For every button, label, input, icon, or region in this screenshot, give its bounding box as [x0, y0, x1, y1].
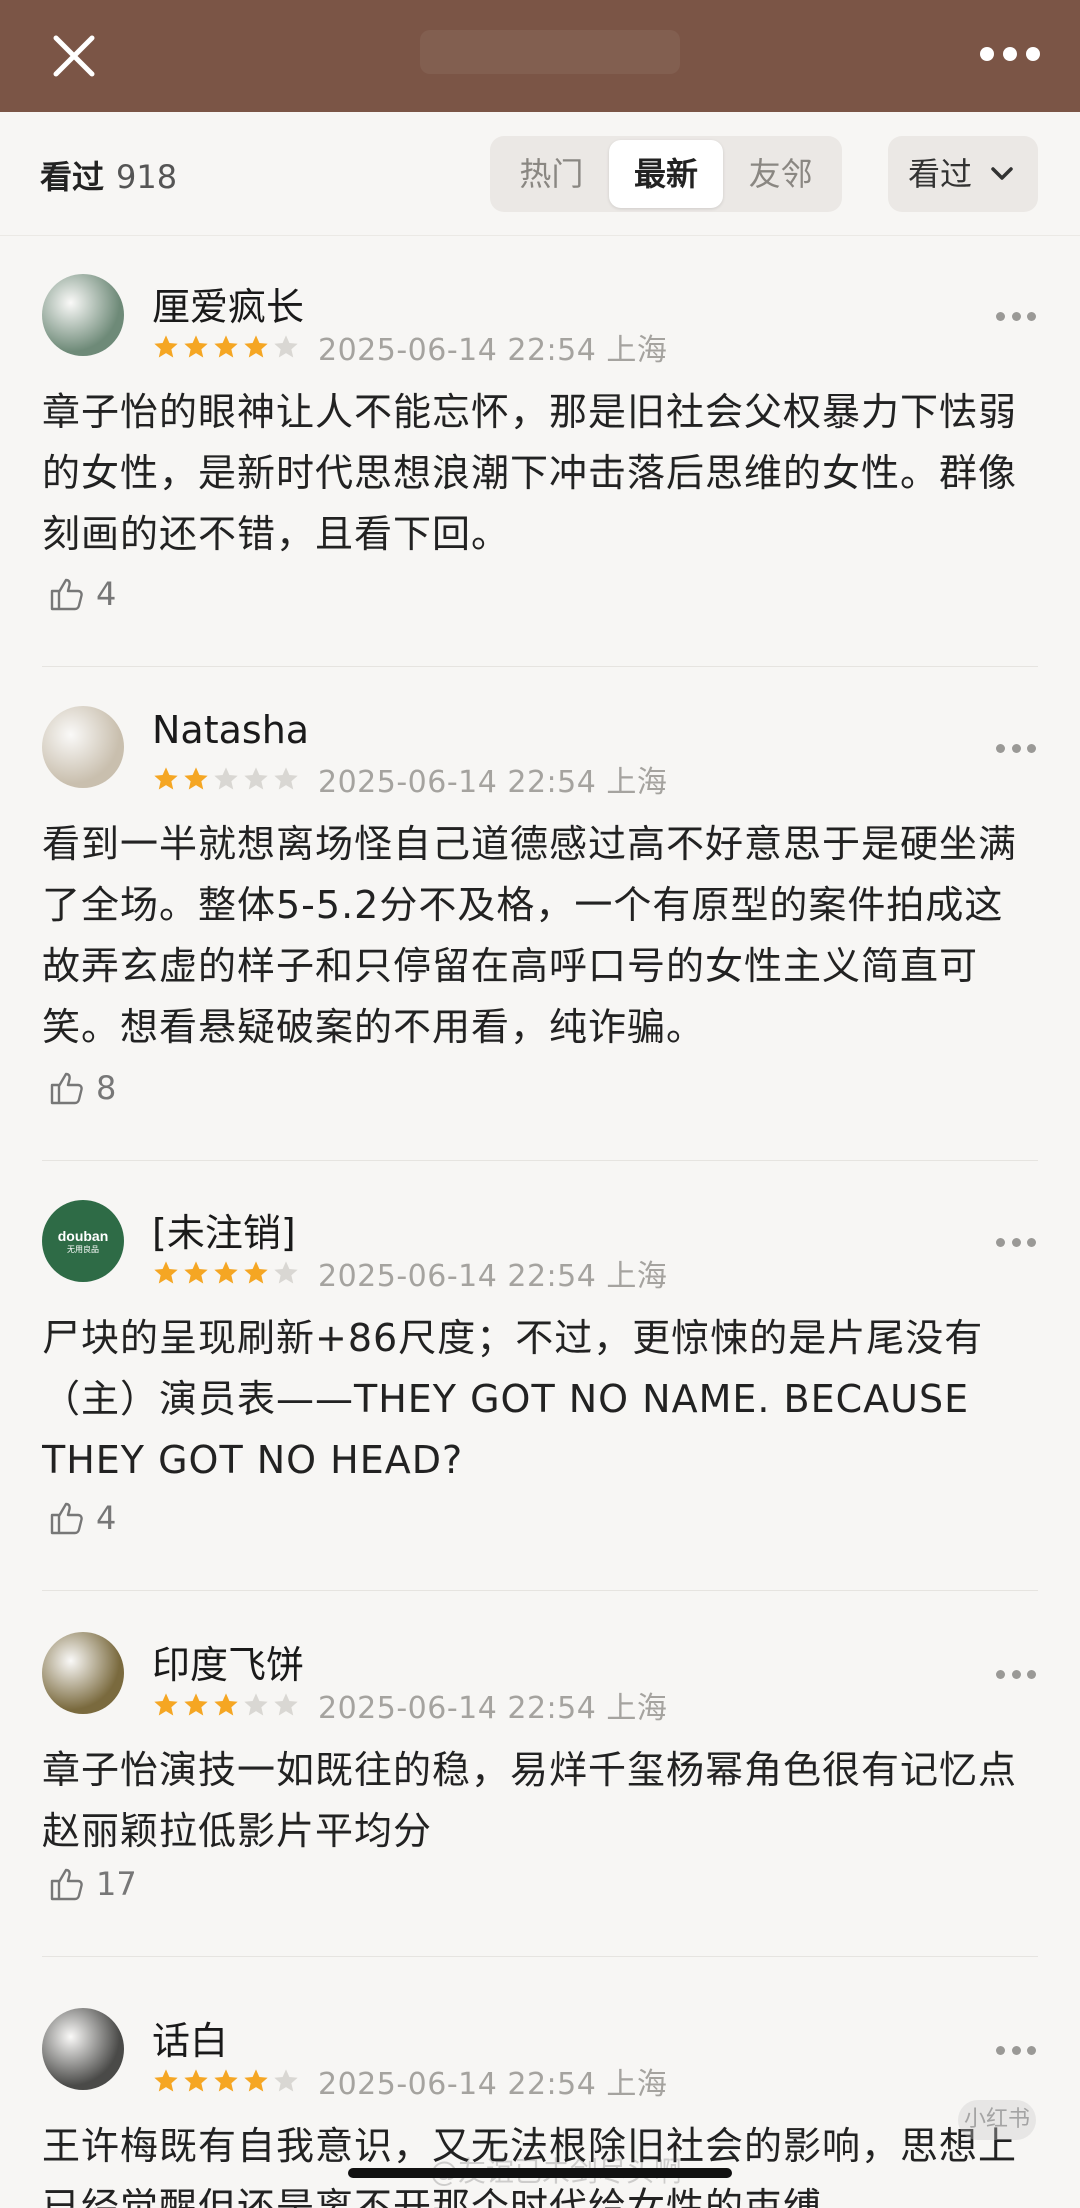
star-filled-icon — [154, 335, 178, 358]
tab-hot[interactable]: 热门 — [494, 140, 609, 208]
watched-number: 918 — [116, 158, 178, 196]
review-time-location: 2025-06-14 22:54 上海 — [318, 333, 668, 368]
close-icon[interactable] — [48, 30, 100, 82]
star-empty-icon — [214, 767, 238, 790]
status-dropdown[interactable]: 看过 — [888, 136, 1038, 212]
home-indicator — [348, 2168, 732, 2178]
star-filled-icon — [154, 2069, 178, 2092]
star-filled-icon — [184, 335, 208, 358]
review-text: 尸块的呈现刷新+86尺度；不过，更惊悚的是片尾没有（主）演员表——THEY GO… — [42, 1316, 984, 1482]
status-dropdown-label: 看过 — [908, 155, 973, 193]
review-time-location: 2025-06-14 22:54 上海 — [318, 2067, 668, 2102]
review-time-location: 2025-06-14 22:54 上海 — [318, 1691, 668, 1726]
star-empty-icon — [274, 1261, 298, 1284]
divider — [42, 1160, 1038, 1161]
review-time-location: 2025-06-14 22:54 上海 — [318, 1259, 668, 1294]
review-time-location: 2025-06-14 22:54 上海 — [318, 765, 668, 800]
more-horizontal-icon[interactable] — [980, 44, 1040, 64]
star-filled-icon — [184, 1693, 208, 1716]
like-button[interactable]: 4 — [46, 574, 116, 614]
like-button[interactable]: 4 — [46, 1498, 116, 1538]
username[interactable]: [未注销] — [152, 1202, 296, 1257]
star-filled-icon — [244, 1261, 268, 1284]
thumbs-up-icon — [50, 1868, 83, 1901]
username[interactable]: 印度飞饼 — [152, 1634, 304, 1689]
review-text: 看到一半就想离场怪自己道德感过高不好意思于是硬坐满了全场。整体5-5.2分不及格… — [42, 822, 1018, 1049]
star-filled-icon — [214, 335, 238, 358]
thumbs-up-icon — [50, 1502, 83, 1535]
divider — [42, 666, 1038, 667]
rating-stars — [152, 2067, 302, 2095]
review-text: 章子怡演技一如既往的稳，易烊千玺杨幂角色很有记忆点 赵丽颖拉低影片平均分 — [42, 1748, 1018, 1853]
star-filled-icon — [184, 767, 208, 790]
review-meta: 2025-06-14 22:54 上海 — [152, 330, 667, 368]
star-empty-icon — [274, 767, 298, 790]
watched-label: 看过 — [40, 158, 105, 196]
corner-badge: 小红书 — [958, 2100, 1036, 2140]
review-meta: 2025-06-14 22:54 上海 — [152, 1256, 667, 1294]
review-more-icon[interactable] — [996, 1238, 1036, 1248]
star-filled-icon — [184, 2069, 208, 2092]
thumbs-up-icon — [50, 1072, 83, 1105]
divider — [42, 1590, 1038, 1591]
star-filled-icon — [214, 2069, 238, 2092]
rating-stars — [152, 333, 302, 361]
sort-tabs: 热门 最新 友邻 — [490, 136, 842, 212]
review-more-icon[interactable] — [996, 744, 1036, 754]
like-button[interactable]: 17 — [46, 1864, 137, 1904]
star-filled-icon — [154, 1693, 178, 1716]
like-count: 17 — [96, 1865, 137, 1903]
star-filled-icon — [214, 1261, 238, 1284]
star-filled-icon — [154, 1261, 178, 1284]
avatar[interactable] — [42, 1632, 124, 1714]
review-text: 章子怡的眼神让人不能忘怀，那是旧社会父权暴力下怯弱的女性，是新时代思想浪潮下冲击… — [42, 390, 1018, 556]
rating-stars — [152, 765, 302, 793]
review-more-icon[interactable] — [996, 1670, 1036, 1680]
username[interactable]: Natasha — [152, 708, 309, 752]
avatar-logo-text: douban — [57, 1227, 109, 1244]
chevron-down-icon — [991, 167, 1013, 180]
star-empty-icon — [274, 2069, 298, 2092]
review-more-icon[interactable] — [996, 312, 1036, 322]
review-meta: 2025-06-14 22:54 上海 — [152, 2064, 667, 2102]
like-count: 4 — [96, 1499, 117, 1537]
page-title — [420, 30, 680, 74]
star-filled-icon — [184, 1261, 208, 1284]
tab-latest[interactable]: 最新 — [608, 140, 724, 208]
username[interactable]: 厘爱疯长 — [152, 276, 304, 331]
like-button[interactable]: 8 — [46, 1068, 116, 1108]
watched-count: 看过 918 — [40, 152, 177, 198]
rating-stars — [152, 1259, 302, 1287]
star-empty-icon — [274, 335, 298, 358]
star-filled-icon — [214, 1693, 238, 1716]
avatar[interactable] — [42, 2008, 124, 2090]
star-empty-icon — [244, 767, 268, 790]
star-empty-icon — [274, 1693, 298, 1716]
star-filled-icon — [244, 2069, 268, 2092]
filter-bar: 看过 918 热门 最新 友邻 看过 — [0, 112, 1080, 236]
star-empty-icon — [244, 1693, 268, 1716]
star-filled-icon — [154, 767, 178, 790]
thumbs-up-icon — [50, 578, 83, 611]
avatar[interactable] — [42, 274, 124, 356]
like-count: 4 — [96, 575, 117, 613]
review-meta: 2025-06-14 22:54 上海 — [152, 1688, 667, 1726]
avatar-logo-subtext: 无用良品 — [67, 1244, 99, 1254]
username[interactable]: 话白 — [152, 2010, 228, 2065]
rating-stars — [152, 1691, 302, 1719]
review-meta: 2025-06-14 22:54 上海 — [152, 762, 667, 800]
tab-friends[interactable]: 友邻 — [723, 140, 838, 208]
divider — [42, 1956, 1038, 1957]
star-filled-icon — [244, 335, 268, 358]
avatar[interactable] — [42, 706, 124, 788]
avatar[interactable]: douban 无用良品 — [42, 1200, 124, 1282]
like-count: 8 — [96, 1069, 117, 1107]
review-more-icon[interactable] — [996, 2046, 1036, 2056]
top-bar — [0, 0, 1080, 112]
